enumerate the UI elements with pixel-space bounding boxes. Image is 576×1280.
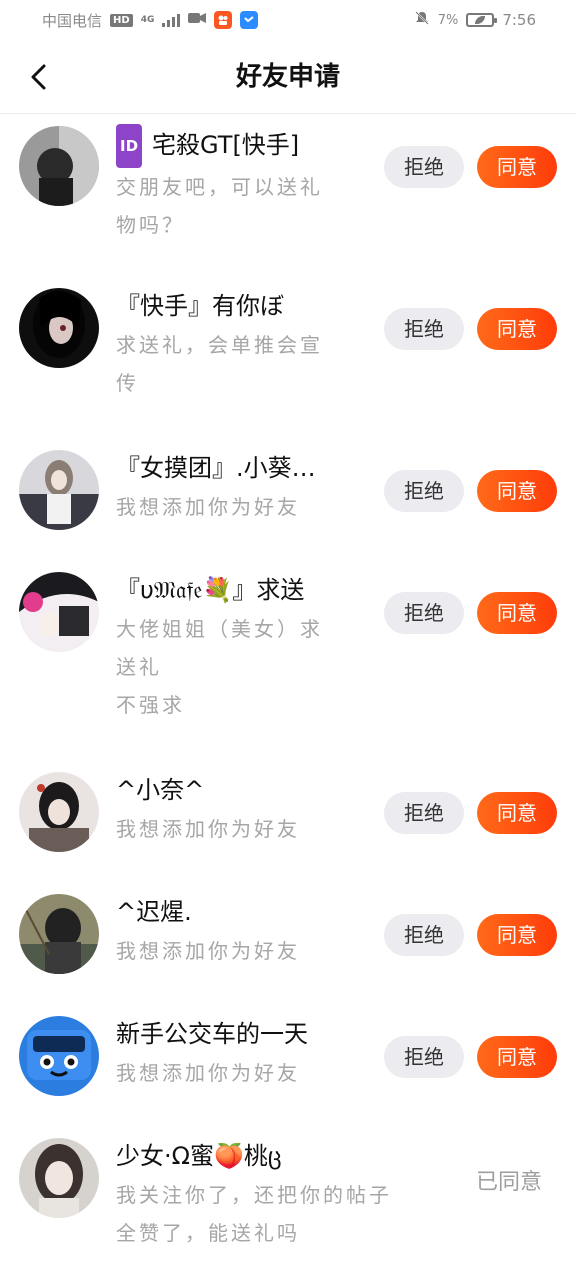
agree-button[interactable]: 同意 (477, 470, 557, 512)
request-message: 大佬姐姐（美女）求 送礼 不强求 (116, 617, 323, 717)
agree-button[interactable]: 同意 (477, 308, 557, 350)
reject-button[interactable]: 拒绝 (384, 146, 464, 188)
requester-name: 『υ𝔐𝔞𝔣𝔢💐』求送 (116, 576, 305, 604)
request-info: ID 宅殺GT[快手] 交朋友吧，可以送礼 物吗？ (116, 124, 368, 244)
requester-name: 『女摸团』.小葵… (116, 454, 316, 482)
clock: 7:56 (502, 11, 536, 29)
reject-button[interactable]: 拒绝 (384, 792, 464, 834)
agree-button[interactable]: 同意 (477, 1036, 557, 1078)
request-info: 『快手』有你ぼ 求送礼，会单推会宣 传 (116, 286, 368, 402)
reject-button[interactable]: 拒绝 (384, 470, 464, 512)
avatar[interactable] (19, 572, 99, 652)
request-message: 求送礼，会单推会宣 传 (116, 333, 323, 395)
request-message: 我想添加你为好友 (116, 1061, 300, 1085)
request-message: 我想添加你为好友 (116, 495, 300, 519)
avatar[interactable] (19, 1138, 99, 1218)
battery-saver-icon (466, 13, 498, 27)
request-info: 『υ𝔐𝔞𝔣𝔢💐』求送 大佬姐姐（美女）求 送礼 不强求 (116, 570, 368, 724)
agree-button[interactable]: 同意 (477, 792, 557, 834)
reject-button[interactable]: 拒绝 (384, 592, 464, 634)
request-info: 少女·Ω蜜🍑桃ც 我关注你了，还把你的帖子 全赞了，能送礼吗 (116, 1136, 389, 1252)
requester-name-text: 宅殺GT[快手] (152, 131, 300, 159)
request-message: 交朋友吧，可以送礼 物吗？ (116, 175, 323, 237)
app-notification-icon (240, 11, 259, 29)
avatar[interactable] (19, 1016, 99, 1096)
requester-name: ^迟煋. (116, 898, 192, 926)
requester-name: 『快手』有你ぼ (116, 292, 284, 320)
agree-button[interactable]: 同意 (477, 592, 557, 634)
reject-button[interactable]: 拒绝 (384, 914, 464, 956)
nav-header: 好友申请 (0, 40, 576, 114)
request-info: 『女摸团』.小葵… 我想添加你为好友 (116, 448, 368, 526)
avatar[interactable] (19, 772, 99, 852)
request-message: 我想添加你为好友 (116, 817, 300, 841)
request-message: 我想添加你为好友 (116, 939, 300, 963)
request-message: 我关注你了，还把你的帖子 全赞了，能送礼吗 (116, 1183, 392, 1245)
request-info: 新手公交车的一天 我想添加你为好友 (116, 1014, 368, 1092)
avatar[interactable] (19, 126, 99, 206)
request-info: ^迟煋. 我想添加你为好友 (116, 892, 368, 970)
status-bar: 中国电信 HD 4G 7% 7:56 (0, 0, 576, 40)
battery-percent: 7% (437, 12, 459, 28)
requester-name: 新手公交车的一天 (116, 1020, 308, 1048)
page-title: 好友申请 (235, 62, 340, 92)
agree-button[interactable]: 同意 (477, 146, 557, 188)
agree-button[interactable]: 同意 (477, 914, 557, 956)
mute-bell-icon (414, 10, 430, 30)
reject-button[interactable]: 拒绝 (384, 308, 464, 350)
hd-badge: HD (110, 13, 133, 27)
requester-name: ID 宅殺GT[快手] (116, 124, 368, 168)
agreed-status: 已同意 (476, 1170, 543, 1195)
id-badge: ID (116, 124, 143, 168)
kuaishou-app-icon (214, 11, 233, 29)
avatar[interactable] (19, 288, 99, 368)
status-right: 7% 7:56 (414, 10, 536, 30)
status-left: 中国电信 HD 4G (42, 10, 259, 31)
carrier-label: 中国电信 (42, 11, 103, 30)
signal-icon (162, 13, 181, 27)
avatar[interactable] (19, 450, 99, 530)
reject-button[interactable]: 拒绝 (384, 1036, 464, 1078)
network-type-label: 4G (140, 15, 155, 25)
video-icon (188, 11, 207, 29)
requester-name: ^小奈^ (116, 776, 205, 804)
request-info: ^小奈^ 我想添加你为好友 (116, 770, 368, 848)
avatar[interactable] (19, 894, 99, 974)
requester-name: 少女·Ω蜜🍑桃ც (116, 1142, 282, 1170)
